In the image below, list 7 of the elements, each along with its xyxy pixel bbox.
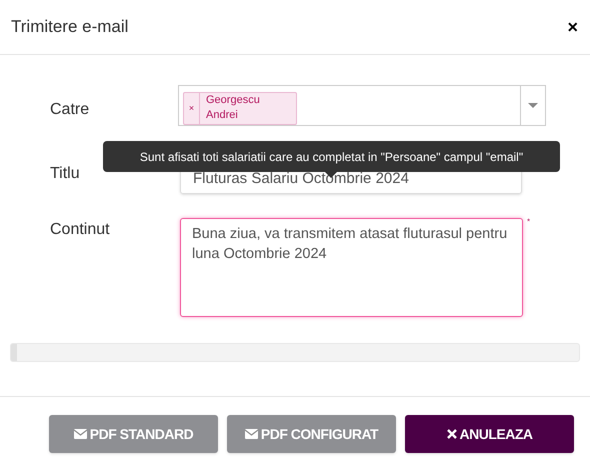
field-label: Catre	[50, 100, 90, 120]
window-title: Trimitere e-mail	[11, 16, 128, 38]
field-label: Titlu	[50, 164, 81, 184]
tag-text: Georgescu Andrei	[206, 93, 261, 123]
required-mark: *	[527, 218, 530, 226]
tooltip: Sunt afisati toti salariatii care au completat in "Persoane" campul "email"	[103, 141, 560, 172]
field-label: Continut	[50, 220, 111, 240]
